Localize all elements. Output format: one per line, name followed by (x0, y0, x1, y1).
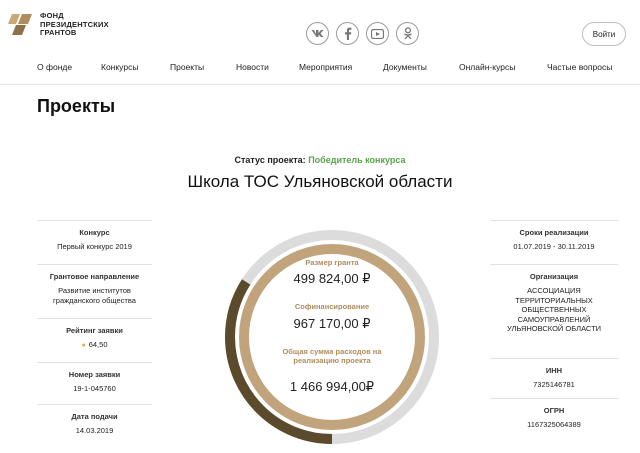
nav-item-contests[interactable]: Конкурсы (101, 62, 138, 72)
status-value: Победитель конкурса (308, 155, 406, 165)
application-number-block: Номер заявки 19-1-045760 (37, 362, 152, 394)
finance-summary: Размер гранта 499 824,00 ₽ Софинансирова… (221, 226, 443, 448)
submission-date-value: 14.03.2019 (75, 426, 114, 435)
direction-value: Развитие институтов гражданского обществ… (37, 286, 152, 305)
total-value: 1 466 994,00₽ (289, 379, 375, 394)
grant-value: 499 824,00 ₽ (293, 271, 371, 286)
contest-block: Конкурс Первый конкурс 2019 (37, 220, 152, 252)
organization-block: Организация АССОЦИАЦИЯ ТЕРРИТОРИАЛЬНЫХ О… (490, 264, 618, 334)
logo-line: ГРАНТОВ (40, 28, 77, 37)
period-label: Сроки реализации (519, 228, 589, 237)
direction-value-line: Развитие институтов (58, 286, 131, 295)
ogrn-block: ОГРН 1167325064389 (490, 398, 618, 430)
nav-item-online-courses[interactable]: Онлайн-курсы (459, 62, 515, 72)
nav-item-faq[interactable]: Частые вопросы (547, 62, 612, 72)
rating-label: Рейтинг заявки (66, 326, 123, 335)
total-label: Общая сумма расходов на реализацию проек… (221, 347, 443, 365)
organization-line: УЛЬЯНОВСКОЙ ОБЛАСТИ (506, 324, 602, 333)
cofinancing-label: Софинансирование (294, 302, 370, 311)
organization-value: АССОЦИАЦИЯ ТЕРРИТОРИАЛЬНЫХ ОБЩЕСТВЕННЫХ … (490, 286, 618, 334)
project-title: Школа ТОС Ульяновской области (187, 172, 453, 191)
logo-mark-icon (8, 12, 36, 36)
site-header: ФОНД ПРЕЗИДЕНТСКИХ ГРАНТОВ Войти (0, 0, 640, 48)
logo-text: ФОНД ПРЕЗИДЕНТСКИХ ГРАНТОВ (40, 11, 130, 38)
nav-item-documents[interactable]: Документы (383, 62, 427, 72)
youtube-icon[interactable] (366, 22, 389, 45)
period-block: Сроки реализации 01.07.2019 - 30.11.2019 (490, 220, 618, 252)
odnoklassniki-icon[interactable] (396, 22, 419, 45)
nav-item-projects[interactable]: Проекты (170, 62, 204, 72)
contest-value: Первый конкурс 2019 (57, 242, 132, 251)
direction-value-line: гражданского общества (53, 295, 136, 305)
direction-label: Грантовое направление (49, 272, 140, 281)
application-number-value: 19-1-045760 (73, 384, 116, 393)
header-divider (0, 84, 640, 85)
rating-value-row: ● 64,50 (37, 340, 152, 351)
contest-label: Конкурс (79, 228, 110, 237)
logo[interactable]: ФОНД ПРЕЗИДЕНТСКИХ ГРАНТОВ (8, 11, 130, 38)
organization-line: САМОУПРАВЛЕНИЙ (517, 314, 591, 324)
period-value: 01.07.2019 - 30.11.2019 (513, 242, 595, 251)
rating-block: Рейтинг заявки ● 64,50 (37, 318, 152, 351)
main-nav: О фонде Конкурсы Проекты Новости Меропри… (0, 62, 640, 76)
vk-icon[interactable] (306, 22, 329, 45)
total-label-line: реализацию проекта (293, 356, 371, 365)
organization-line: ТЕРРИТОРИАЛЬНЫХ (515, 295, 593, 305)
page-title: Проекты (37, 96, 116, 116)
facebook-icon[interactable] (336, 22, 359, 45)
direction-block: Грантовое направление Развитие институто… (37, 264, 152, 305)
inn-label: ИНН (545, 366, 563, 375)
submission-date-label: Дата подачи (71, 412, 118, 421)
status-label: Статус проекта: (234, 155, 306, 165)
organization-label: Организация (529, 272, 579, 281)
inn-value: 7325146781 (533, 380, 575, 389)
grant-label: Размер гранта (305, 258, 359, 267)
nav-item-news[interactable]: Новости (236, 62, 269, 72)
cofinancing-value: 967 170,00 ₽ (293, 316, 371, 331)
total-label-line: Общая сумма расходов на (282, 347, 382, 356)
nav-item-about[interactable]: О фонде (37, 62, 72, 72)
organization-line: ОБЩЕСТВЕННЫХ (521, 305, 587, 314)
ogrn-value: 1167325064389 (527, 420, 581, 429)
organization-line: АССОЦИАЦИЯ (527, 286, 581, 295)
project-status: Статус проекта: Победитель конкурса (0, 155, 640, 165)
ogrn-label: ОГРН (543, 406, 565, 415)
submission-date-block: Дата подачи 14.03.2019 (37, 404, 152, 436)
login-button[interactable]: Войти (582, 22, 626, 46)
star-icon: ● (81, 342, 86, 349)
application-number-label: Номер заявки (68, 370, 121, 379)
inn-block: ИНН 7325146781 (490, 358, 618, 390)
social-links (306, 22, 426, 45)
nav-item-events[interactable]: Мероприятия (299, 62, 352, 72)
rating-value: 64,50 (88, 340, 108, 349)
